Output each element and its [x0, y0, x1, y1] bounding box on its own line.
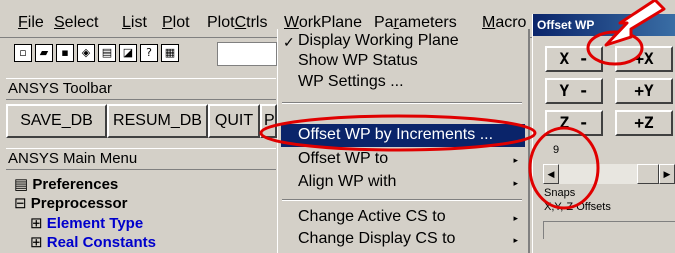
menu-divider [282, 199, 522, 201]
slider-left-arrow-icon[interactable]: ◀ [543, 164, 559, 184]
menu-item-offset-wp-to[interactable]: Offset WP to [298, 150, 388, 168]
offsets-label: X,Y, Z Offsets [544, 201, 611, 213]
menu-select[interactable]: Select [54, 14, 98, 32]
expand-plus-icon: ⊞ [30, 234, 43, 251]
open-icon[interactable]: ▰ [35, 44, 53, 62]
menu-file[interactable]: File [18, 14, 44, 32]
save-icon[interactable]: ▪ [56, 44, 74, 62]
slider-value: 9 [553, 144, 560, 156]
workplane-dropdown: ✓ Display Working Plane Show WP Status W… [277, 29, 530, 253]
menu-item-change-display-cs[interactable]: Change Display CS to [298, 230, 455, 248]
post-button[interactable]: P [260, 104, 277, 138]
slider-thumb[interactable] [637, 164, 659, 184]
snaps-label: Snaps [544, 187, 576, 199]
slider-right-arrow-icon[interactable]: ▶ [659, 164, 675, 184]
collapse-icon: ▤ [14, 176, 29, 193]
menu-item-offset-wp-by-increments[interactable]: Offset WP by Increments ... [298, 126, 493, 144]
y-minus-button[interactable]: Y - [545, 78, 603, 104]
print-icon[interactable]: ▤ [98, 44, 116, 62]
main-menu-header: ANSYS Main Menu [6, 148, 276, 170]
tree-item-preprocessor[interactable]: ⊟ Preprocessor [14, 194, 127, 212]
z-plus-button[interactable]: +Z [615, 110, 673, 136]
offset-wp-title: Offset WP [533, 14, 675, 36]
submenu-arrow-icon: ▸ [513, 178, 518, 188]
submenu-arrow-icon: ▸ [513, 213, 518, 223]
grid-icon[interactable]: ▦ [161, 44, 179, 62]
tree-item-element-type[interactable]: ⊞ Element Type [30, 214, 143, 232]
z-minus-button[interactable]: Z - [545, 110, 603, 136]
image-icon[interactable]: ◪ [119, 44, 137, 62]
tree-item-preferences[interactable]: ▤ Preferences [14, 175, 118, 193]
tree-item-real-constants[interactable]: ⊞ Real Constants [30, 233, 156, 251]
help-icon[interactable]: ? [140, 44, 158, 62]
menu-list[interactable]: List [122, 14, 147, 32]
submenu-arrow-icon: ▸ [513, 155, 518, 165]
x-minus-button[interactable]: X - [545, 46, 603, 72]
menu-item-change-active-cs[interactable]: Change Active CS to [298, 208, 446, 226]
menu-item-align-wp-with[interactable]: Align WP with [298, 173, 396, 191]
expand-plus-icon: ⊞ [30, 215, 43, 232]
save-db-button[interactable]: SAVE_DB [6, 104, 107, 138]
x-plus-button[interactable]: +X [615, 46, 673, 72]
new-icon[interactable]: ▫ [14, 44, 32, 62]
menu-plotctrls[interactable]: PlotCtrls [207, 14, 267, 32]
offsets-input[interactable] [543, 221, 675, 239]
report-icon[interactable]: ◈ [77, 44, 95, 62]
expand-minus-icon: ⊟ [14, 195, 27, 212]
quit-button[interactable]: QUIT [208, 104, 260, 138]
offset-wp-panel: Offset WP X - +X Y - +Y Z - +Z 9 ◀ ▶ Sna… [532, 14, 675, 253]
menu-item-display-working-plane[interactable]: Display Working Plane [298, 32, 459, 50]
submenu-arrow-icon: ▸ [513, 235, 518, 245]
menu-divider [282, 102, 522, 104]
menu-plot[interactable]: Plot [162, 14, 190, 32]
check-icon: ✓ [283, 34, 295, 50]
command-input[interactable] [217, 42, 277, 66]
standard-toolbar: ▫ ▰ ▪ ◈ ▤ ◪ ? ▦ [14, 44, 179, 66]
menu-item-wp-settings[interactable]: WP Settings ... [298, 73, 404, 91]
ansys-toolbar-header: ANSYS Toolbar [6, 78, 276, 100]
menu-item-show-wp-status[interactable]: Show WP Status [298, 52, 418, 70]
y-plus-button[interactable]: +Y [615, 78, 673, 104]
resum-db-button[interactable]: RESUM_DB [107, 104, 208, 138]
snaps-slider[interactable]: ◀ ▶ [543, 164, 675, 184]
